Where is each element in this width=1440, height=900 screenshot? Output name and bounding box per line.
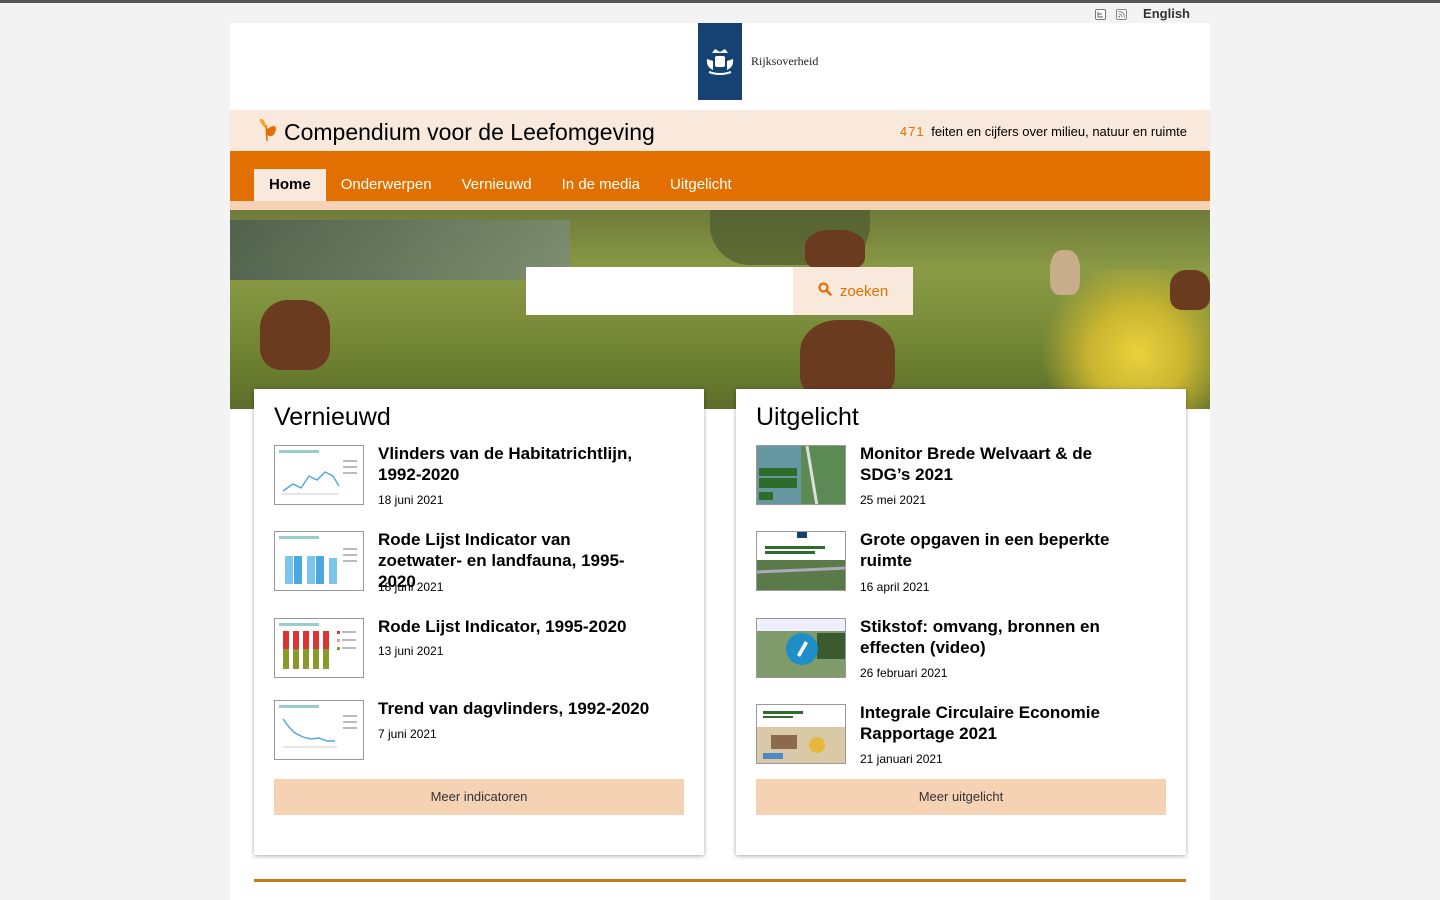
- tagline-text: feiten en cijfers over milieu, natuur en…: [931, 124, 1187, 139]
- item-date: 18 juni 2021: [378, 580, 444, 594]
- more-indicators-button[interactable]: Meer indicatoren: [274, 779, 684, 815]
- list-item[interactable]: Rode Lijst Indicator van zoetwater- en l…: [274, 530, 674, 595]
- report-cover-thumbnail: [756, 531, 846, 591]
- list-item[interactable]: Grote opgaven in een beperkte ruimte 16 …: [756, 530, 1156, 595]
- list-item[interactable]: Vlinders van de Habitatrichtlijn, 1992-2…: [274, 444, 674, 509]
- search-icon: [818, 282, 832, 300]
- item-date: 13 juni 2021: [378, 644, 444, 658]
- item-title: Integrale Circulaire Economie Rapportage…: [860, 703, 1100, 743]
- site-banner: Compendium voor de Leefomgeving 471 feit…: [230, 110, 1210, 151]
- report-cover-thumbnail: [756, 445, 846, 505]
- item-date: 25 mei 2021: [860, 493, 927, 507]
- footer-divider: [254, 879, 1186, 882]
- search-input[interactable]: [526, 267, 793, 315]
- hero-image: zoeken: [230, 210, 1210, 409]
- logo-text: Rijksoverheid: [751, 54, 819, 68]
- uitgelicht-panel: Uitgelicht Monitor Brede Welvaart & de S…: [736, 389, 1186, 855]
- twitter-icon[interactable]: [1095, 8, 1107, 20]
- item-date: 7 juni 2021: [378, 727, 437, 741]
- nav-uitgelicht[interactable]: Uitgelicht: [655, 169, 747, 201]
- report-cover-thumbnail: [756, 704, 846, 764]
- butterfly-icon: [256, 115, 280, 149]
- list-item[interactable]: Integrale Circulaire Economie Rapportage…: [756, 703, 1156, 768]
- stacked-bar-chart-thumbnail: [274, 618, 364, 678]
- search-button[interactable]: zoeken: [793, 267, 913, 315]
- item-date: 21 januari 2021: [860, 752, 943, 766]
- item-title: Vlinders van de Habitatrichtlijn, 1992-2…: [378, 444, 633, 484]
- trend-chart-thumbnail: [274, 700, 364, 760]
- site-title-text: Compendium voor de Leefomgeving: [284, 118, 655, 145]
- top-border: [0, 0, 1440, 3]
- hero-cow: [800, 320, 895, 400]
- item-date: 18 juni 2021: [378, 493, 444, 507]
- uitgelicht-heading: Uitgelicht: [756, 403, 859, 431]
- rijksoverheid-logo[interactable]: Rijksoverheid: [698, 23, 818, 100]
- item-title: Stikstof: omvang, bronnen en effecten (v…: [860, 617, 1100, 657]
- coat-of-arms-icon: [698, 23, 742, 100]
- line-chart-thumbnail: [274, 445, 364, 505]
- bar-chart-thumbnail: [274, 531, 364, 591]
- hero-cow: [805, 230, 865, 270]
- language-link-english[interactable]: English: [1143, 6, 1190, 21]
- video-thumbnail: [756, 618, 846, 678]
- search-bar: zoeken: [526, 267, 913, 315]
- list-item[interactable]: Rode Lijst Indicator, 1995-2020 13 juni …: [274, 617, 674, 682]
- vernieuwd-panel: Vernieuwd Vlinders van de Habitatrichtli…: [254, 389, 704, 855]
- vernieuwd-heading: Vernieuwd: [274, 403, 391, 431]
- hero-cow: [1170, 270, 1210, 310]
- hero-cow: [260, 300, 330, 370]
- item-title: Trend van dagvlinders, 1992-2020: [378, 699, 650, 718]
- nav-home[interactable]: Home: [254, 169, 326, 201]
- search-button-label: zoeken: [839, 282, 889, 300]
- item-title: Monitor Brede Welvaart & de SDG’s 2021: [860, 444, 1093, 484]
- nav-in-de-media[interactable]: In de media: [547, 169, 655, 201]
- top-links: English: [1095, 6, 1190, 21]
- list-item[interactable]: Trend van dagvlinders, 1992-2020 7 juni …: [274, 699, 674, 764]
- page-container: Rijksoverheid Compendium voor de Leefomg…: [230, 23, 1210, 900]
- item-title: Rode Lijst Indicator, 1995-2020: [378, 617, 627, 636]
- nav-vernieuwd[interactable]: Vernieuwd: [447, 169, 547, 201]
- hero-cow: [1050, 250, 1080, 295]
- item-title: Grote opgaven in een beperkte ruimte: [860, 530, 1110, 570]
- indicator-count: 471: [899, 124, 925, 139]
- rss-icon[interactable]: [1116, 8, 1128, 20]
- nav-strip: [230, 201, 1210, 210]
- list-item[interactable]: Monitor Brede Welvaart & de SDG’s 2021 2…: [756, 444, 1156, 509]
- hero-water: [230, 220, 570, 280]
- list-item[interactable]: Stikstof: omvang, bronnen en effecten (v…: [756, 617, 1156, 682]
- item-date: 26 februari 2021: [860, 666, 948, 680]
- more-uitgelicht-button[interactable]: Meer uitgelicht: [756, 779, 1166, 815]
- site-tagline: 471 feiten en cijfers over milieu, natuu…: [900, 124, 1187, 139]
- site-title[interactable]: Compendium voor de Leefomgeving: [256, 115, 655, 149]
- item-date: 16 april 2021: [860, 580, 930, 594]
- nav-onderwerpen[interactable]: Onderwerpen: [326, 169, 447, 201]
- main-nav: Home Onderwerpen Vernieuwd In de media U…: [230, 151, 1210, 201]
